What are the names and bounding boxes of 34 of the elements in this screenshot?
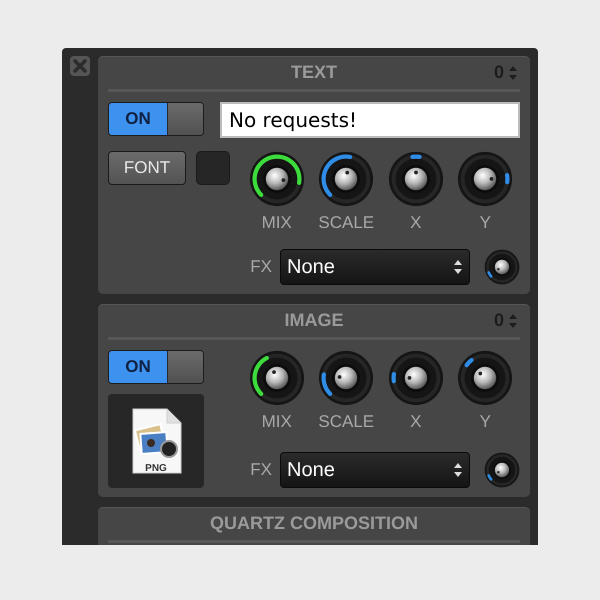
on-toggle[interactable]: ON <box>108 102 204 136</box>
knob-label: Y <box>480 213 491 233</box>
fx-label: FX <box>250 460 272 480</box>
knob-label: SCALE <box>318 412 374 432</box>
image-well[interactable]: PNG <box>108 394 204 488</box>
updown-icon <box>453 462 463 478</box>
knob-label: X <box>410 412 422 432</box>
fx-dropdown[interactable]: None <box>280 452 470 488</box>
knob[interactable] <box>318 151 374 207</box>
knob[interactable] <box>318 350 374 406</box>
knob-label: MIX <box>262 213 292 233</box>
file-type-label: PNG <box>145 463 167 474</box>
knob[interactable] <box>248 151 305 207</box>
knob[interactable] <box>484 452 520 488</box>
knob[interactable] <box>457 350 514 406</box>
fx-label: FX <box>250 257 272 277</box>
knob[interactable] <box>484 249 520 285</box>
knob-label: MIX <box>262 412 292 432</box>
knob[interactable] <box>388 151 444 207</box>
knob[interactable] <box>248 350 305 406</box>
knob-label: Y <box>480 412 491 432</box>
knob[interactable] <box>388 350 444 406</box>
text-field[interactable]: No requests! <box>220 102 520 138</box>
knob[interactable] <box>457 151 514 207</box>
updown-icon <box>453 259 463 275</box>
on-toggle[interactable]: ON <box>108 350 204 384</box>
panel-title: IMAGE <box>284 310 344 331</box>
knob-label: SCALE <box>318 213 374 233</box>
font-button[interactable]: FONT <box>108 151 186 185</box>
panel-title: TEXT <box>290 62 337 83</box>
fx-dropdown[interactable]: None <box>280 249 470 285</box>
knob-label: X <box>410 213 422 233</box>
color-well[interactable] <box>196 151 230 185</box>
panel-title: QUARTZ COMPOSITION <box>210 513 418 534</box>
